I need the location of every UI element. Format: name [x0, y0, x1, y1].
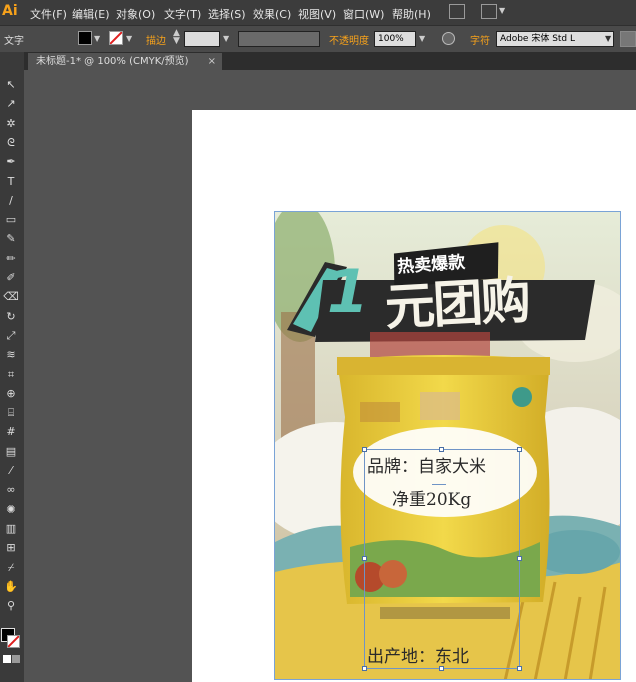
selection-tool-icon[interactable]: ↖ — [2, 76, 20, 93]
arrange-documents-icon[interactable] — [481, 4, 497, 19]
color-mode-icon[interactable] — [3, 655, 11, 663]
transform-handle[interactable] — [517, 447, 522, 452]
menu-edit[interactable]: 编辑(E) — [72, 6, 110, 22]
menu-window[interactable]: 窗口(W) — [343, 6, 384, 22]
paintbrush-tool-icon[interactable]: ✎ — [2, 230, 20, 247]
menu-help[interactable]: 帮助(H) — [392, 6, 431, 22]
stroke-swatch[interactable] — [109, 31, 123, 45]
chevron-down-icon[interactable]: ▼ — [126, 34, 132, 43]
tools-panel: ↖ ↗ ✲ ᘓ ✒ T / ▭ ✎ ✏ ✐ ⌫ ↻ ⤢ ≋ ⌗ ⊕ ⌸ # ▤ ⁄ ∞ ✺ ▥ ⊞ ⌿ ✋ ⚲ — [0, 70, 25, 682]
rotate-tool-icon[interactable]: ↻ — [2, 308, 20, 325]
fill-swatch[interactable] — [78, 31, 92, 45]
hand-tool-icon[interactable]: ✋ — [2, 578, 20, 595]
warp-tool-icon[interactable]: ≋ — [2, 346, 20, 363]
no-stroke-icon — [8, 636, 19, 647]
transform-handle[interactable] — [362, 666, 367, 671]
app-logo: Ai — [2, 3, 18, 19]
menu-effect[interactable]: 效果(C) — [253, 6, 291, 22]
direct-selection-tool-icon[interactable]: ↗ — [2, 95, 20, 112]
artboard-tool-icon[interactable]: ⊞ — [2, 539, 20, 556]
scale-tool-icon[interactable]: ⤢ — [2, 327, 20, 344]
close-icon[interactable]: × — [208, 53, 216, 70]
font-style-dropdown[interactable] — [620, 31, 636, 47]
menu-view[interactable]: 视图(V) — [298, 6, 336, 22]
document-tab-title: 未标题-1* @ 100% (CMYK/预览) — [36, 56, 189, 67]
transform-handle[interactable] — [362, 556, 367, 561]
zoom-tool-icon[interactable]: ⚲ — [2, 597, 20, 614]
transform-handle[interactable] — [439, 447, 444, 452]
stepper-icon[interactable]: ▲ ▼ — [173, 29, 180, 46]
chevron-down-icon[interactable]: ▼ — [94, 34, 100, 43]
menu-select[interactable]: 选择(S) — [208, 6, 246, 22]
type-tool-icon[interactable]: T — [2, 173, 20, 190]
selection-bounding-box[interactable] — [364, 449, 520, 669]
slice-tool-icon[interactable]: ⌿ — [2, 559, 20, 576]
transform-handle[interactable] — [439, 666, 444, 671]
document-tab-bar: 未标题-1* @ 100% (CMYK/预览) × — [24, 52, 636, 70]
character-label[interactable]: 字符 — [470, 32, 490, 47]
rectangle-tool-icon[interactable]: ▭ — [2, 211, 20, 228]
menu-bar: Ai 文件(F) 编辑(E) 对象(O) 文字(T) 选择(S) 效果(C) 视… — [0, 0, 636, 25]
stroke-profile-dropdown[interactable] — [238, 31, 320, 47]
free-transform-tool-icon[interactable]: ⌗ — [2, 366, 20, 383]
blend-tool-icon[interactable]: ∞ — [2, 481, 20, 498]
chevron-down-icon[interactable]: ▼ — [499, 6, 505, 15]
control-label: 文字 — [4, 36, 24, 47]
menu-object[interactable]: 对象(O) — [116, 6, 155, 22]
transform-handle[interactable] — [362, 447, 367, 452]
toolbar-header — [0, 52, 24, 70]
transform-handle[interactable] — [517, 666, 522, 671]
chevron-down-icon[interactable]: ▼ — [419, 34, 425, 43]
opacity-label[interactable]: 不透明度 — [329, 32, 369, 47]
lasso-tool-icon[interactable]: ᘓ — [2, 134, 20, 151]
headline-text: 元团购 — [383, 271, 531, 337]
chevron-down-icon[interactable]: ▼ — [223, 34, 229, 43]
magic-wand-tool-icon[interactable]: ✲ — [2, 115, 20, 132]
document-tab[interactable]: 未标题-1* @ 100% (CMYK/预览) × — [28, 53, 222, 70]
bridge-icon[interactable] — [449, 4, 465, 19]
opacity-field[interactable]: 100% — [374, 31, 416, 47]
gradient-mode-icon[interactable] — [12, 655, 20, 663]
font-family-dropdown[interactable]: Adobe 宋体 Std L — [496, 31, 614, 47]
center-point — [432, 484, 446, 485]
control-bar: 文字 ▼ ▼ 描边 ▲ ▼ ▼ 不透明度 100% ▼ 字符 Adobe 宋体 S… — [0, 25, 636, 53]
menu-file[interactable]: 文件(F) — [30, 6, 67, 22]
mesh-tool-icon[interactable]: # — [2, 423, 20, 440]
recolor-icon[interactable] — [442, 32, 455, 45]
stroke-color-indicator[interactable] — [7, 635, 20, 648]
chevron-down-icon[interactable]: ▼ — [605, 34, 611, 43]
line-tool-icon[interactable]: / — [2, 192, 20, 209]
shape-builder-tool-icon[interactable]: ⊕ — [2, 385, 20, 402]
pen-tool-icon[interactable]: ✒ — [2, 153, 20, 170]
eyedropper-tool-icon[interactable]: ⁄ — [2, 462, 20, 479]
pencil-tool-icon[interactable]: ✏ — [2, 250, 20, 267]
blob-brush-tool-icon[interactable]: ✐ — [2, 269, 20, 286]
column-graph-tool-icon[interactable]: ▥ — [2, 520, 20, 537]
transform-handle[interactable] — [517, 556, 522, 561]
stroke-weight-field[interactable] — [184, 31, 220, 47]
eraser-tool-icon[interactable]: ⌫ — [2, 288, 20, 305]
perspective-grid-tool-icon[interactable]: ⌸ — [2, 404, 20, 421]
headline-digit: 1 — [327, 257, 369, 327]
promo-tag: 热卖爆款 — [396, 252, 466, 278]
no-stroke-icon — [110, 32, 122, 44]
stroke-label[interactable]: 描边 — [146, 32, 166, 47]
menu-type[interactable]: 文字(T) — [164, 6, 201, 22]
symbol-sprayer-tool-icon[interactable]: ✺ — [2, 501, 20, 518]
gradient-tool-icon[interactable]: ▤ — [2, 443, 20, 460]
